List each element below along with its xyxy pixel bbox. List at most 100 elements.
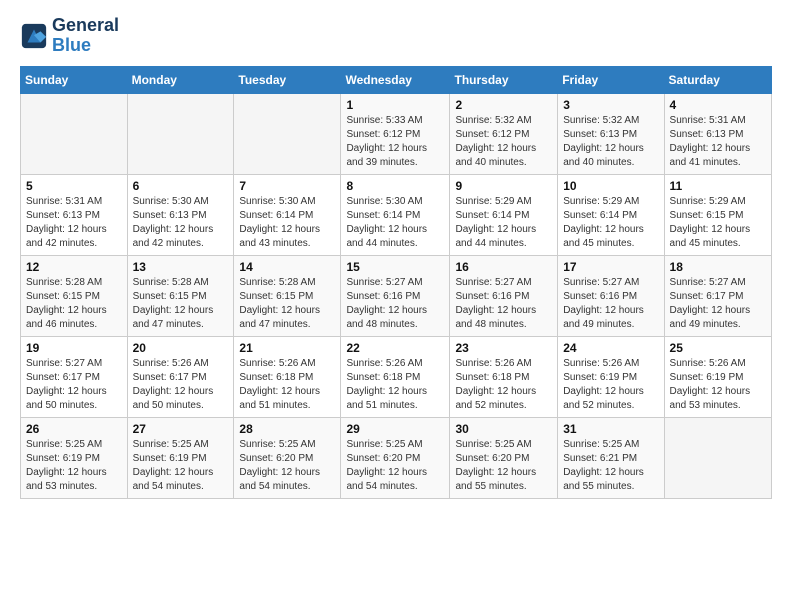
calendar-cell: 13 Sunrise: 5:28 AM Sunset: 6:15 PM Dayli… xyxy=(127,255,234,336)
day-info: Sunrise: 5:31 AM Sunset: 6:13 PM Dayligh… xyxy=(670,114,766,170)
calendar-cell: 6 Sunrise: 5:30 AM Sunset: 6:13 PM Daylig… xyxy=(127,174,234,255)
day-number: 28 xyxy=(239,422,335,436)
calendar-cell: 26Sunrise: 5:25 AM Sunset: 6:19 PM Dayli… xyxy=(21,417,128,498)
calendar-cell: 11 Sunrise: 5:29 AM Sunset: 6:15 PM Dayli… xyxy=(664,174,771,255)
calendar-cell: 14 Sunrise: 5:28 AM Sunset: 6:15 PM Dayli… xyxy=(234,255,341,336)
day-number: 10 xyxy=(563,179,658,193)
weekday-header-tuesday: Tuesday xyxy=(234,66,341,93)
day-number: 31 xyxy=(563,422,658,436)
calendar-week-row: 12 Sunrise: 5:28 AM Sunset: 6:15 PM Dayli… xyxy=(21,255,772,336)
day-number: 6 xyxy=(133,179,229,193)
logo-text: General Blue xyxy=(52,16,119,56)
calendar-cell: 3 Sunrise: 5:32 AM Sunset: 6:13 PM Daylig… xyxy=(558,93,664,174)
calendar-cell xyxy=(234,93,341,174)
calendar-cell: 19 Sunrise: 5:27 AM Sunset: 6:17 PM Dayli… xyxy=(21,336,128,417)
calendar-week-row: 5 Sunrise: 5:31 AM Sunset: 6:13 PM Daylig… xyxy=(21,174,772,255)
calendar-cell: 15Sunrise: 5:27 AM Sunset: 6:16 PM Dayli… xyxy=(341,255,450,336)
day-number: 22 xyxy=(346,341,444,355)
day-info: Sunrise: 5:30 AM Sunset: 6:14 PM Dayligh… xyxy=(239,195,335,251)
day-number: 4 xyxy=(670,98,766,112)
calendar-header-row: SundayMondayTuesdayWednesdayThursdayFrid… xyxy=(21,66,772,93)
day-number: 5 xyxy=(26,179,122,193)
day-info: Sunrise: 5:26 AM Sunset: 6:17 PM Dayligh… xyxy=(133,357,229,413)
day-number: 9 xyxy=(455,179,552,193)
day-number: 23 xyxy=(455,341,552,355)
calendar-cell: 17 Sunrise: 5:27 AM Sunset: 6:16 PM Dayli… xyxy=(558,255,664,336)
day-info: Sunrise: 5:26 AM Sunset: 6:18 PM Dayligh… xyxy=(239,357,335,413)
calendar-cell xyxy=(21,93,128,174)
day-number: 14 xyxy=(239,260,335,274)
calendar-cell: 12 Sunrise: 5:28 AM Sunset: 6:15 PM Dayli… xyxy=(21,255,128,336)
calendar-cell xyxy=(127,93,234,174)
calendar-cell: 1Sunrise: 5:33 AM Sunset: 6:12 PM Daylig… xyxy=(341,93,450,174)
day-number: 25 xyxy=(670,341,766,355)
weekday-header-wednesday: Wednesday xyxy=(341,66,450,93)
day-info: Sunrise: 5:26 AM Sunset: 6:19 PM Dayligh… xyxy=(670,357,766,413)
calendar-cell: 8 Sunrise: 5:30 AM Sunset: 6:14 PM Daylig… xyxy=(341,174,450,255)
day-number: 29 xyxy=(346,422,444,436)
day-number: 24 xyxy=(563,341,658,355)
day-info: Sunrise: 5:29 AM Sunset: 6:14 PM Dayligh… xyxy=(563,195,658,251)
calendar-cell: 5 Sunrise: 5:31 AM Sunset: 6:13 PM Daylig… xyxy=(21,174,128,255)
calendar-cell: 4 Sunrise: 5:31 AM Sunset: 6:13 PM Daylig… xyxy=(664,93,771,174)
calendar-cell: 25 Sunrise: 5:26 AM Sunset: 6:19 PM Dayli… xyxy=(664,336,771,417)
weekday-header-saturday: Saturday xyxy=(664,66,771,93)
day-info: Sunrise: 5:25 AM Sunset: 6:19 PM Dayligh… xyxy=(26,438,122,494)
calendar-cell: 31 Sunrise: 5:25 AM Sunset: 6:21 PM Dayli… xyxy=(558,417,664,498)
weekday-header-thursday: Thursday xyxy=(450,66,558,93)
day-number: 18 xyxy=(670,260,766,274)
day-info: Sunrise: 5:25 AM Sunset: 6:21 PM Dayligh… xyxy=(563,438,658,494)
calendar-cell: 20 Sunrise: 5:26 AM Sunset: 6:17 PM Dayli… xyxy=(127,336,234,417)
day-number: 30 xyxy=(455,422,552,436)
day-info: Sunrise: 5:25 AM Sunset: 6:20 PM Dayligh… xyxy=(455,438,552,494)
day-info: Sunrise: 5:27 AM Sunset: 6:16 PM Dayligh… xyxy=(455,276,552,332)
day-number: 19 xyxy=(26,341,122,355)
weekday-header-sunday: Sunday xyxy=(21,66,128,93)
day-info: Sunrise: 5:30 AM Sunset: 6:13 PM Dayligh… xyxy=(133,195,229,251)
day-number: 13 xyxy=(133,260,229,274)
calendar-cell: 9 Sunrise: 5:29 AM Sunset: 6:14 PM Daylig… xyxy=(450,174,558,255)
calendar-cell: 24 Sunrise: 5:26 AM Sunset: 6:19 PM Dayli… xyxy=(558,336,664,417)
day-info: Sunrise: 5:27 AM Sunset: 6:17 PM Dayligh… xyxy=(670,276,766,332)
calendar-cell: 23 Sunrise: 5:26 AM Sunset: 6:18 PM Dayli… xyxy=(450,336,558,417)
day-info: Sunrise: 5:32 AM Sunset: 6:13 PM Dayligh… xyxy=(563,114,658,170)
day-info: Sunrise: 5:31 AM Sunset: 6:13 PM Dayligh… xyxy=(26,195,122,251)
day-info: Sunrise: 5:29 AM Sunset: 6:15 PM Dayligh… xyxy=(670,195,766,251)
day-info: Sunrise: 5:29 AM Sunset: 6:14 PM Dayligh… xyxy=(455,195,552,251)
day-info: Sunrise: 5:26 AM Sunset: 6:19 PM Dayligh… xyxy=(563,357,658,413)
calendar-cell: 10 Sunrise: 5:29 AM Sunset: 6:14 PM Dayli… xyxy=(558,174,664,255)
calendar-cell: 16Sunrise: 5:27 AM Sunset: 6:16 PM Dayli… xyxy=(450,255,558,336)
day-number: 17 xyxy=(563,260,658,274)
day-number: 7 xyxy=(239,179,335,193)
logo: General Blue xyxy=(20,16,119,56)
calendar-cell: 7 Sunrise: 5:30 AM Sunset: 6:14 PM Daylig… xyxy=(234,174,341,255)
day-info: Sunrise: 5:28 AM Sunset: 6:15 PM Dayligh… xyxy=(26,276,122,332)
calendar-week-row: 19 Sunrise: 5:27 AM Sunset: 6:17 PM Dayli… xyxy=(21,336,772,417)
day-info: Sunrise: 5:26 AM Sunset: 6:18 PM Dayligh… xyxy=(346,357,444,413)
day-info: Sunrise: 5:28 AM Sunset: 6:15 PM Dayligh… xyxy=(239,276,335,332)
day-number: 20 xyxy=(133,341,229,355)
day-number: 3 xyxy=(563,98,658,112)
day-number: 8 xyxy=(346,179,444,193)
day-info: Sunrise: 5:27 AM Sunset: 6:16 PM Dayligh… xyxy=(346,276,444,332)
day-info: Sunrise: 5:27 AM Sunset: 6:17 PM Dayligh… xyxy=(26,357,122,413)
day-info: Sunrise: 5:30 AM Sunset: 6:14 PM Dayligh… xyxy=(346,195,444,251)
calendar-cell: 28 Sunrise: 5:25 AM Sunset: 6:20 PM Dayli… xyxy=(234,417,341,498)
calendar-table: SundayMondayTuesdayWednesdayThursdayFrid… xyxy=(20,66,772,499)
day-info: Sunrise: 5:33 AM Sunset: 6:12 PM Dayligh… xyxy=(346,114,444,170)
day-info: Sunrise: 5:26 AM Sunset: 6:18 PM Dayligh… xyxy=(455,357,552,413)
calendar-cell: 27Sunrise: 5:25 AM Sunset: 6:19 PM Dayli… xyxy=(127,417,234,498)
day-number: 12 xyxy=(26,260,122,274)
day-info: Sunrise: 5:27 AM Sunset: 6:16 PM Dayligh… xyxy=(563,276,658,332)
day-number: 21 xyxy=(239,341,335,355)
day-number: 11 xyxy=(670,179,766,193)
calendar-week-row: 26Sunrise: 5:25 AM Sunset: 6:19 PM Dayli… xyxy=(21,417,772,498)
calendar-cell: 30 Sunrise: 5:25 AM Sunset: 6:20 PM Dayli… xyxy=(450,417,558,498)
day-info: Sunrise: 5:28 AM Sunset: 6:15 PM Dayligh… xyxy=(133,276,229,332)
day-info: Sunrise: 5:25 AM Sunset: 6:20 PM Dayligh… xyxy=(239,438,335,494)
calendar-cell: 18 Sunrise: 5:27 AM Sunset: 6:17 PM Dayli… xyxy=(664,255,771,336)
day-number: 2 xyxy=(455,98,552,112)
logo-icon xyxy=(20,22,48,50)
day-info: Sunrise: 5:32 AM Sunset: 6:12 PM Dayligh… xyxy=(455,114,552,170)
day-info: Sunrise: 5:25 AM Sunset: 6:19 PM Dayligh… xyxy=(133,438,229,494)
